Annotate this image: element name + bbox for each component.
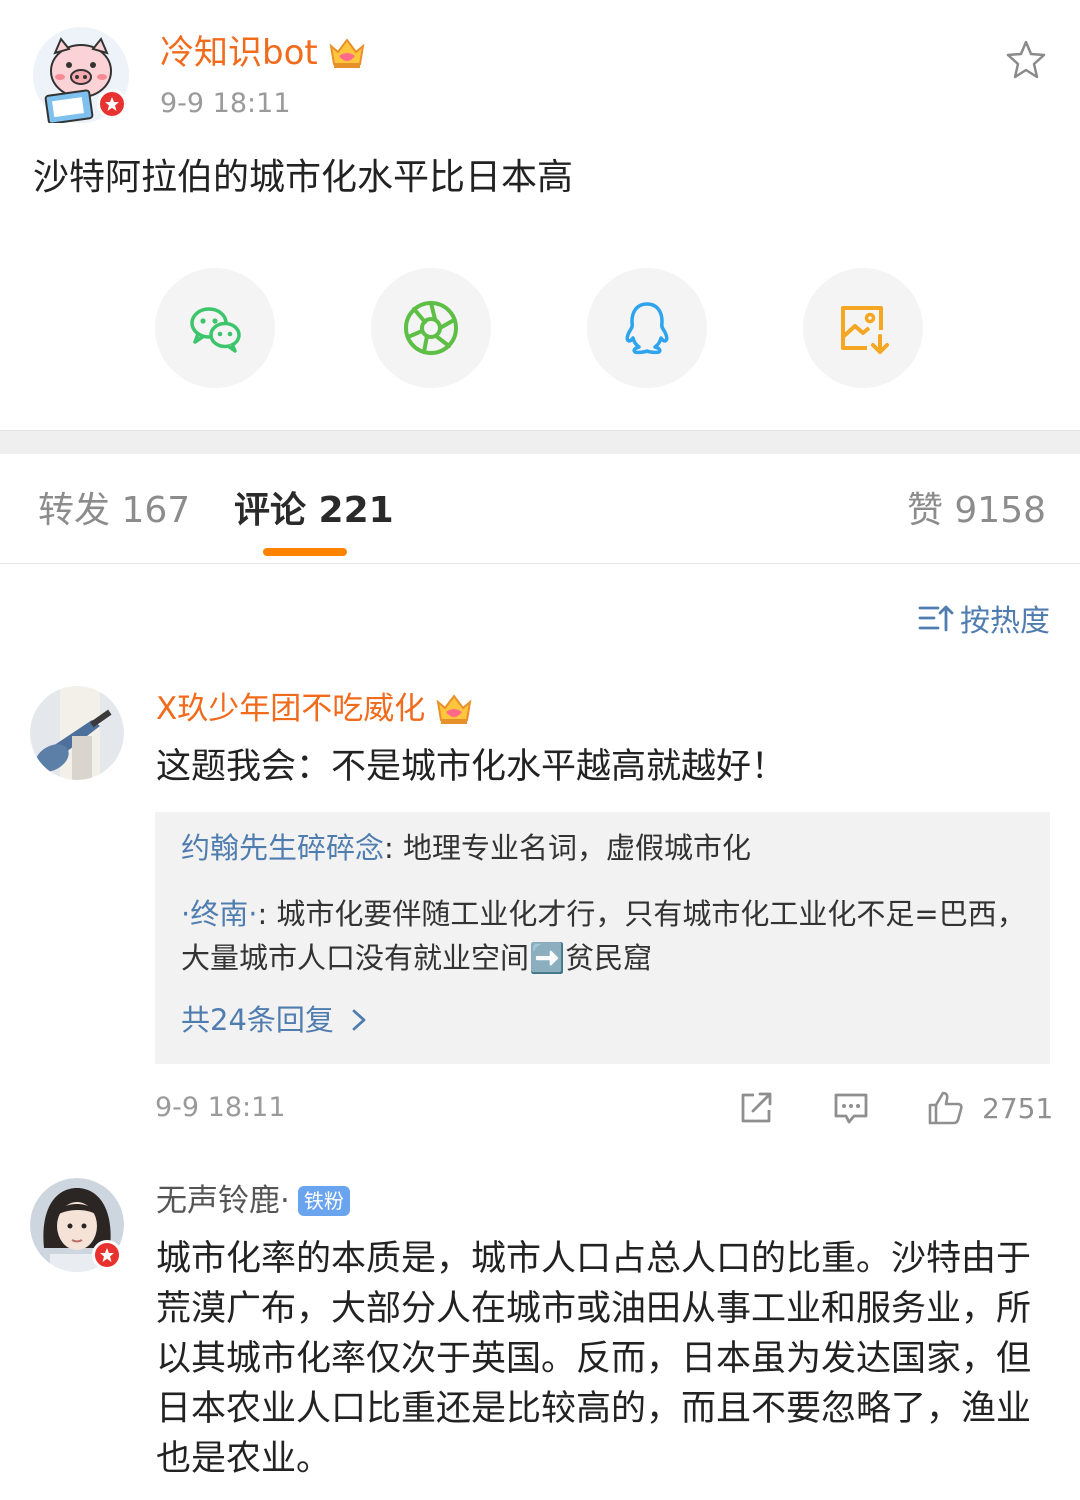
save-image-icon <box>841 306 889 354</box>
share-qq-button[interactable] <box>587 268 707 388</box>
reply-item[interactable]: 约翰先生碎碎念: 地理专业名词，虚假城市化 <box>181 826 1029 870</box>
qq-icon <box>625 302 669 355</box>
repost-comment-button[interactable] <box>737 1088 775 1128</box>
favorite-star-icon[interactable] <box>1004 38 1048 82</box>
comment-avatar[interactable] <box>30 1178 124 1272</box>
wechat-icon <box>190 307 241 353</box>
post-author-name[interactable]: 冷知识bot <box>160 28 366 78</box>
like-count: 2751 <box>982 1091 1054 1125</box>
tab-comments[interactable]: 评论 221 <box>234 486 394 536</box>
right-arrow-emoji: ➡️ <box>529 941 566 975</box>
chevron-right-icon <box>352 1009 366 1031</box>
comment-username-label[interactable]: X玖少年团不吃威化 <box>156 686 425 732</box>
reply-username[interactable]: 约翰先生碎碎念 <box>181 831 384 865</box>
reply-text-tail: 贫民窟 <box>565 941 653 975</box>
section-divider <box>0 430 1080 454</box>
verified-badge-icon <box>97 89 127 119</box>
moments-icon <box>404 301 458 355</box>
tab-likes[interactable]: 赞 9158 <box>907 486 1046 536</box>
guitar-photo-avatar <box>30 686 124 780</box>
share-out-icon <box>741 1092 772 1123</box>
sort-icon <box>918 605 954 632</box>
more-replies-label[interactable]: 共24条回复 <box>181 998 334 1042</box>
interaction-tabs: 转发 167 评论 221 赞 9158 <box>0 454 1080 564</box>
comment-username-label[interactable]: 无声铃鹿· <box>156 1178 290 1224</box>
thumbs-up-icon <box>928 1091 963 1125</box>
comment-text: 这题我会：不是城市化水平越高就越好！ <box>156 747 787 787</box>
comment-avatar[interactable] <box>30 686 124 780</box>
comment-time: 9-9 18:11 <box>155 1092 286 1123</box>
sort-label: 按热度 <box>960 604 1050 639</box>
share-moments-button[interactable] <box>371 268 491 388</box>
tab-repost[interactable]: 转发 167 <box>38 486 190 536</box>
reply-comment-button[interactable] <box>832 1088 870 1128</box>
share-wechat-button[interactable] <box>155 268 275 388</box>
reply-username[interactable]: ·终南· <box>181 897 257 931</box>
share-row <box>0 268 1080 390</box>
like-comment-button[interactable]: 2751 <box>926 1088 1053 1128</box>
save-image-button[interactable] <box>803 268 923 388</box>
view-all-replies-button[interactable]: 共24条回复 <box>181 998 370 1042</box>
comment-username[interactable]: X玖少年团不吃威化 <box>156 686 473 732</box>
author-avatar[interactable] <box>33 27 129 123</box>
iron-fan-badge: 铁粉 <box>297 1186 350 1216</box>
post-author-label[interactable]: 冷知识bot <box>160 28 318 78</box>
comment-bubble-icon <box>834 1093 868 1124</box>
reply-text: : 地理专业名词，虚假城市化 <box>384 831 752 865</box>
reply-box[interactable]: 约翰先生碎碎念: 地理专业名词，虚假城市化 ·终南·: 城市化要伴随工业化才行，… <box>155 812 1050 1064</box>
comment-text: 城市化率的本质是，城市人口占总人口的比重。沙特由于荒漠广布，大部分人在城市或油田… <box>156 1239 1032 1479</box>
post-content: 沙特阿拉伯的城市化水平比日本高 <box>33 157 574 198</box>
verified-badge-icon <box>92 1240 122 1270</box>
post-header: 冷知识bot 9-9 18:11 <box>0 0 1080 140</box>
active-tab-indicator <box>263 548 347 556</box>
post-time: 9-9 18:11 <box>160 88 291 119</box>
sort-by-hot-button[interactable]: 按热度 <box>918 596 1050 640</box>
comment-username[interactable]: 无声铃鹿· 铁粉 <box>156 1178 350 1224</box>
vip-crown-icon <box>436 694 472 724</box>
reply-item[interactable]: ·终南·: 城市化要伴随工业化才行，只有城市化工业化不足=巴西，大量城市人口没有… <box>181 892 1029 980</box>
vip-crown-icon <box>329 38 365 68</box>
